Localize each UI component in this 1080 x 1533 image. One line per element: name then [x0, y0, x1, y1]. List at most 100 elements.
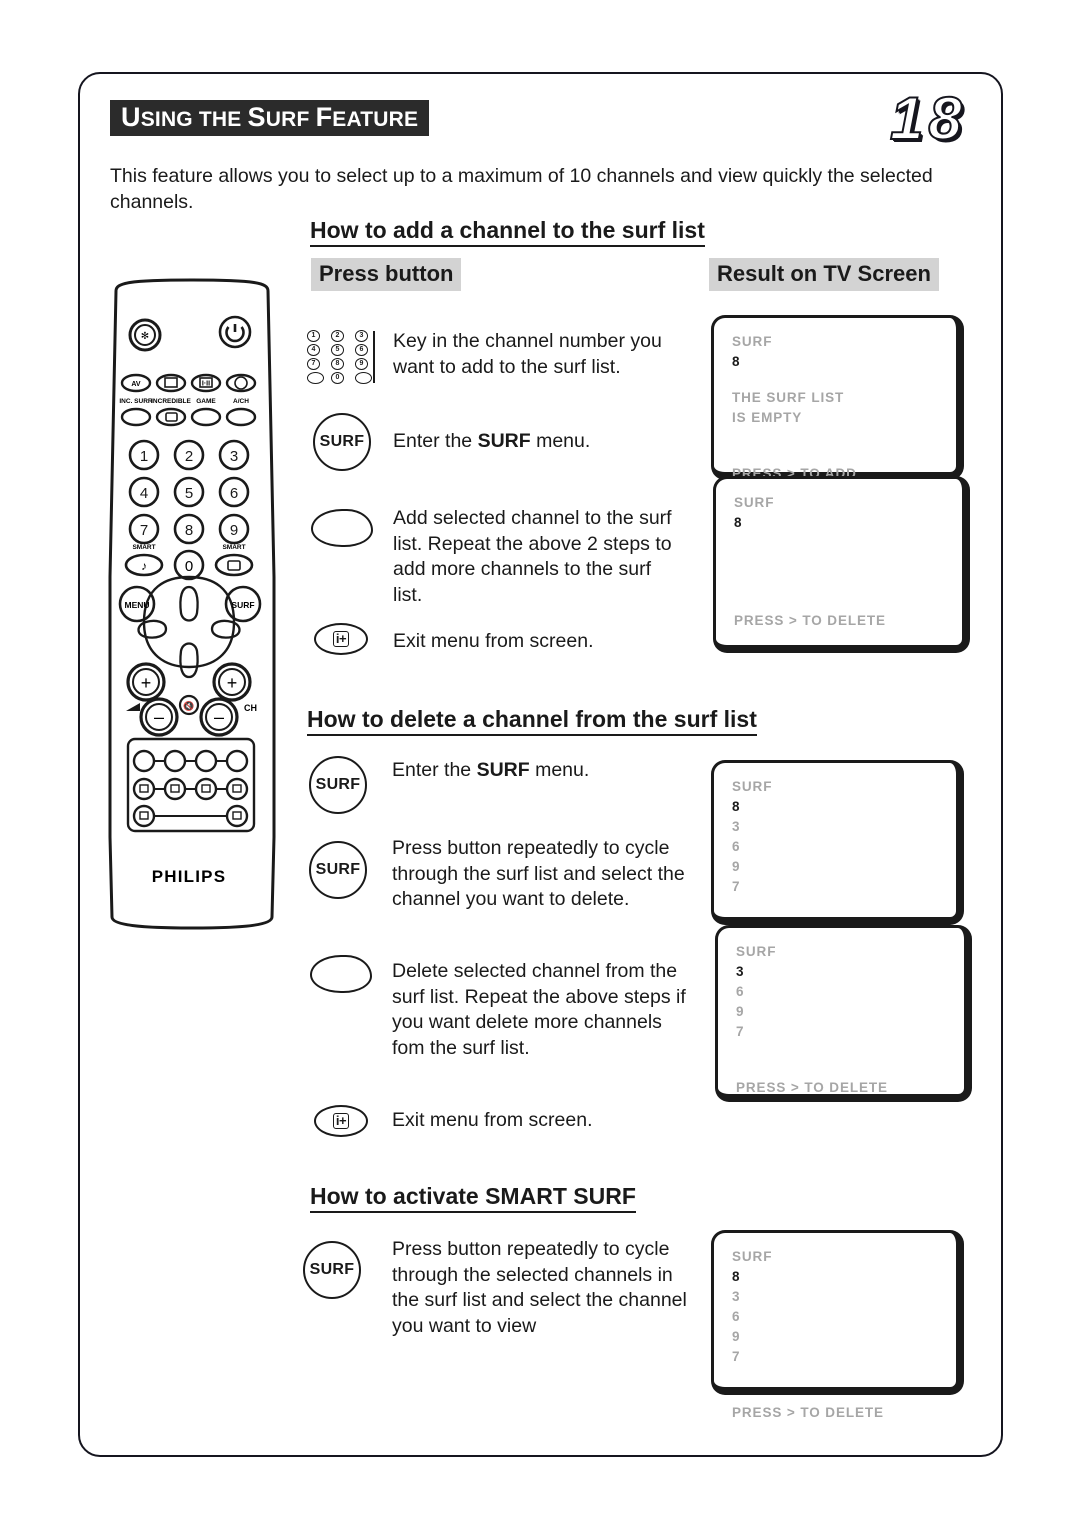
surf-button-label: SURF	[309, 1261, 355, 1278]
column-header-press-button: Press button	[311, 258, 462, 291]
osd-line: SURF	[732, 1249, 773, 1264]
surf-button-icon[interactable]: SURF	[309, 841, 367, 899]
keypad-key-9[interactable]: 9	[355, 358, 368, 370]
keypad-key-1[interactable]: 1	[307, 330, 320, 342]
osd-line: 6	[736, 984, 745, 999]
osd-content: SURF 8 PRESS > TO DELETE	[734, 493, 952, 631]
numeric-keypad-icon[interactable]: 1 2 3 4 5 6 7 8 9 0	[307, 330, 379, 386]
osd-spacer	[736, 1042, 954, 1078]
osd-line-selected: 8	[732, 1269, 741, 1284]
keypad-key-smart-sound[interactable]	[307, 372, 324, 384]
step-text-enter-surf-menu-delete: Enter the SURF menu.	[392, 759, 590, 781]
svg-text:2: 2	[185, 448, 193, 465]
svg-text:SMART: SMART	[222, 544, 245, 551]
svg-text:INCREDIBLE: INCREDIBLE	[151, 398, 191, 405]
step-text-exit-menu-delete: Exit menu from screen.	[392, 1109, 593, 1131]
svg-text:3: 3	[230, 448, 238, 465]
keypad-key-8[interactable]: 8	[331, 358, 344, 370]
osd-line: 3	[732, 819, 741, 834]
svg-text:SURF: SURF	[231, 600, 254, 610]
info-plus-button-icon[interactable]: i+	[314, 1105, 368, 1137]
osd-spacer	[732, 372, 946, 388]
osd-line: 6	[732, 839, 741, 854]
keypad-key-5[interactable]: 5	[331, 344, 344, 356]
info-plus-button-label: i+	[332, 631, 350, 647]
keypad-key-smart-picture[interactable]	[355, 372, 372, 384]
osd-line: 9	[736, 1004, 745, 1019]
osd-spacer	[732, 1367, 946, 1403]
tv-screen-smart-surf: SURF 8 3 6 9 7 PRESS > TO DELETE	[711, 1230, 964, 1420]
svg-text:MENU: MENU	[124, 600, 149, 610]
osd-line: 7	[736, 1024, 745, 1039]
right-arrow-button-icon[interactable]	[310, 955, 372, 993]
osd-line: 6	[732, 1309, 741, 1324]
osd-line: 9	[732, 1329, 741, 1344]
tv-screen-surf-list-full: SURF 8 3 6 9 7 PRESS > TO DELETE	[711, 760, 964, 950]
svg-text:4: 4	[140, 485, 148, 502]
column-header-result-on-tv: Result on TV Screen	[709, 258, 939, 291]
surf-button-icon[interactable]: SURF	[303, 1241, 361, 1299]
philips-logo: PHILIPS	[152, 867, 227, 886]
osd-content: SURF 8 THE SURF LIST IS EMPTY PRESS > TO…	[732, 332, 946, 484]
svg-text:✻: ✻	[141, 331, 149, 342]
osd-hint: PRESS > TO DELETE	[732, 1405, 884, 1420]
osd-spacer	[734, 533, 952, 611]
surf-button-icon[interactable]: SURF	[313, 413, 371, 471]
page-number: 18	[889, 84, 967, 153]
step-text-exit-menu-add: Exit menu from screen.	[393, 630, 594, 652]
tv-screen-after-delete: SURF 3 6 9 7 PRESS > TO DELETE	[715, 925, 972, 1102]
page-title: USING THE SURF FEATURE	[110, 100, 430, 136]
osd-line: SURF	[732, 334, 773, 349]
osd-line: THE SURF LIST	[732, 390, 845, 405]
svg-text:0: 0	[185, 558, 193, 575]
osd-line: SURF	[736, 944, 777, 959]
surf-button-label: SURF	[319, 433, 365, 450]
osd-line: 9	[732, 859, 741, 874]
step-text-enter-surf-menu-add: Enter the SURF menu.	[393, 430, 591, 452]
osd-line: 7	[732, 1349, 741, 1364]
svg-text:7: 7	[140, 522, 148, 539]
remote-svg: ✻ AV I·II INC. SURR INCREDIBLE GAME A/CH	[108, 278, 276, 930]
svg-text:A/CH: A/CH	[233, 398, 249, 405]
osd-line-selected: 8	[732, 799, 741, 814]
svg-text:+: +	[141, 673, 152, 693]
svg-text:SMART: SMART	[132, 544, 155, 551]
page-title-cap-s: S	[247, 102, 266, 132]
osd-line: 7	[732, 879, 741, 894]
tv-screen-channel-added: SURF 8 PRESS > TO DELETE	[713, 476, 970, 653]
keypad-key-2[interactable]: 2	[331, 330, 344, 342]
svg-text:8: 8	[185, 522, 193, 539]
osd-line: SURF	[734, 495, 775, 510]
keypad-key-7[interactable]: 7	[307, 358, 320, 370]
heading-how-to-delete: How to delete a channel from the surf li…	[307, 705, 757, 736]
tv-screen-surf-list-empty: SURF 8 THE SURF LIST IS EMPTY PRESS > TO…	[711, 315, 964, 481]
svg-text:🔇: 🔇	[183, 700, 194, 711]
intro-paragraph: This feature allows you to select up to …	[110, 165, 933, 213]
right-arrow-button-icon[interactable]	[311, 509, 373, 547]
osd-line-selected: 3	[736, 964, 745, 979]
svg-text:+: +	[227, 673, 238, 693]
page-title-cap-f: F	[315, 102, 333, 132]
info-plus-button-icon[interactable]: i+	[314, 623, 368, 655]
step-text-cycle-surf-list: Press button repeatedly to cycle through…	[392, 837, 685, 910]
svg-text:GAME: GAME	[196, 398, 216, 405]
surf-button-icon[interactable]: SURF	[309, 756, 367, 814]
svg-text:AV: AV	[131, 381, 141, 388]
keypad-key-6[interactable]: 6	[355, 344, 368, 356]
keypad-key-4[interactable]: 4	[307, 344, 320, 356]
heading-how-to-add: How to add a channel to the surf list	[310, 216, 705, 247]
osd-line: 3	[732, 1289, 741, 1304]
osd-hint: PRESS > TO DELETE	[734, 613, 886, 628]
page-title-word-feature: EATURE	[332, 108, 419, 131]
step-text-smart-surf-cycle: Press button repeatedly to cycle through…	[392, 1238, 687, 1337]
step-text-delete-selected-channel: Delete selected channel from the surf li…	[392, 960, 686, 1059]
info-plus-button-label: i+	[332, 1113, 350, 1129]
osd-content: SURF 8 3 6 9 7 PRESS > TO DELETE	[732, 1247, 946, 1423]
svg-text:I·II: I·II	[202, 381, 210, 388]
page-title-word-using: SING	[140, 108, 193, 131]
svg-text:1: 1	[140, 448, 148, 465]
keypad-key-3[interactable]: 3	[355, 330, 368, 342]
osd-line: SURF	[732, 779, 773, 794]
keypad-key-0[interactable]: 0	[331, 372, 344, 384]
svg-text:–: –	[214, 707, 224, 727]
